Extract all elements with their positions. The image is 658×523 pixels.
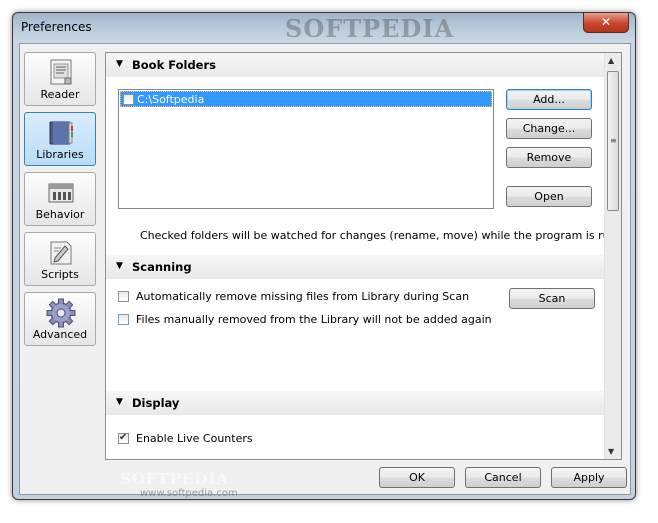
change-folder-button[interactable]: Change... xyxy=(506,118,592,139)
collapse-triangle-icon: ▼ xyxy=(116,397,123,407)
section-title: Scanning xyxy=(132,260,192,274)
collapse-triangle-icon: ▼ xyxy=(116,261,123,271)
scan-button[interactable]: Scan xyxy=(509,288,595,309)
collapse-triangle-icon: ▼ xyxy=(116,59,123,69)
watermark: SOFTPEDIA xyxy=(285,14,455,43)
reader-icon xyxy=(50,59,72,85)
sidebar-item-label: Behavior xyxy=(35,208,85,221)
sidebar-item-label: Advanced xyxy=(32,328,88,341)
settings-panel: ▼ Book Folders C:\Softpedia Add... Chang… xyxy=(105,52,622,460)
section-header-book-folders[interactable]: ▼ Book Folders xyxy=(106,53,604,77)
apply-button[interactable]: Apply xyxy=(551,467,627,488)
close-icon: ✕ xyxy=(600,15,612,29)
window-title: Preferences xyxy=(21,20,92,34)
list-item[interactable]: C:\Softpedia xyxy=(120,91,492,107)
live-counters-label: Enable Live Counters xyxy=(136,432,253,445)
do-not-readd-checkbox[interactable] xyxy=(118,314,129,325)
section-header-display[interactable]: ▼ Display xyxy=(106,391,604,415)
auto-remove-missing-label: Automatically remove missing files from … xyxy=(136,290,470,303)
vertical-scrollbar[interactable]: ▲ ≡ ▼ xyxy=(604,53,621,459)
sidebar-item-advanced[interactable]: Advanced xyxy=(24,292,96,346)
add-folder-button[interactable]: Add... xyxy=(506,89,592,110)
folder-path: C:\Softpedia xyxy=(137,93,205,106)
do-not-readd-label: Files manually removed from the Library … xyxy=(136,313,492,326)
behavior-icon xyxy=(48,183,74,203)
scrollbar-thumb[interactable]: ≡ xyxy=(607,71,619,211)
section-header-scanning[interactable]: ▼ Scanning xyxy=(106,255,604,279)
sidebar-item-label: Libraries xyxy=(36,148,84,161)
book-folders-list[interactable]: C:\Softpedia xyxy=(118,89,494,209)
cancel-button[interactable]: Cancel xyxy=(465,467,541,488)
auto-remove-missing-checkbox[interactable] xyxy=(118,291,129,302)
ok-button[interactable]: OK xyxy=(379,467,455,488)
section-title: Book Folders xyxy=(132,58,216,72)
scripts-icon xyxy=(50,241,72,265)
title-bar[interactable]: Preferences SOFTPEDIA ✕ xyxy=(13,13,635,43)
sidebar-item-behavior[interactable]: Behavior xyxy=(24,172,96,226)
open-folder-button[interactable]: Open xyxy=(506,186,592,207)
watermark-bottom: SOFTPEDIA xyxy=(120,470,230,488)
folders-note: Checked folders will be watched for chan… xyxy=(140,229,622,242)
preferences-window: Preferences SOFTPEDIA ✕ Reader Libraries… xyxy=(12,12,636,500)
scroll-down-arrow-icon[interactable]: ▼ xyxy=(608,447,614,456)
gear-icon xyxy=(46,298,76,328)
sidebar-item-label: Scripts xyxy=(41,268,79,281)
live-counters-checkbox[interactable] xyxy=(118,432,129,444)
folder-checkbox[interactable] xyxy=(123,94,134,105)
client-area: Reader Libraries Behavior Scripts Advanc… xyxy=(19,43,631,499)
sidebar-item-libraries[interactable]: Libraries xyxy=(24,112,96,166)
sidebar-item-scripts[interactable]: Scripts xyxy=(24,232,96,286)
sidebar-item-label: Reader xyxy=(40,88,80,101)
books-icon xyxy=(49,121,73,145)
watermark-url: www.softpedia.com xyxy=(140,488,238,499)
close-button[interactable]: ✕ xyxy=(583,13,629,33)
remove-folder-button[interactable]: Remove xyxy=(506,147,592,168)
grip-icon: ≡ xyxy=(610,136,617,145)
scroll-up-arrow-icon[interactable]: ▲ xyxy=(608,56,614,65)
sidebar-item-reader[interactable]: Reader xyxy=(24,52,96,106)
section-title: Display xyxy=(132,396,180,410)
